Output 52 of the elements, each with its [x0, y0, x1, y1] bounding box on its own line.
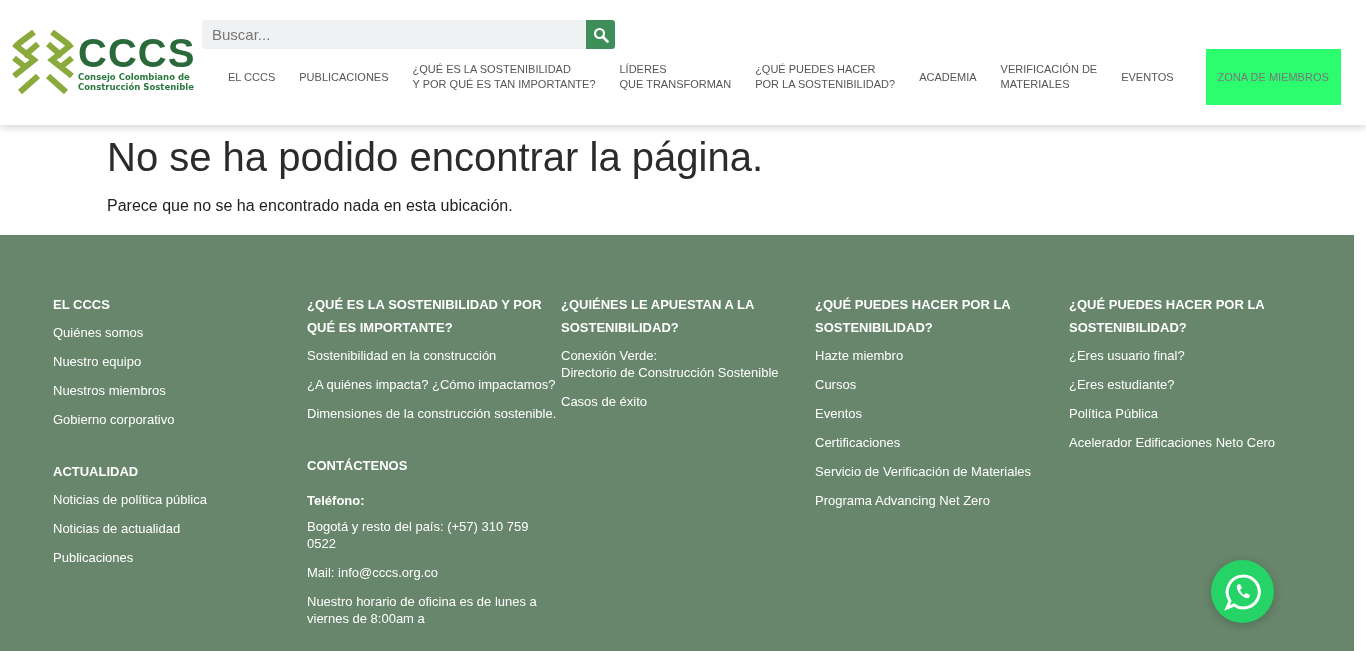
nav-link[interactable]: ¿QUÉ ES LA SOSTENIBILIDAD Y POR QUÉ ES TAN IMPORTANTE?	[400, 62, 608, 92]
footer-link[interactable]: Dimensiones de la construcción sostenible.	[307, 405, 557, 422]
footer-link[interactable]: Noticias de política pública	[53, 491, 303, 508]
footer-link[interactable]: Mail: info@cccs.org.co	[307, 564, 557, 581]
footer-link[interactable]: Cursos	[815, 376, 1065, 393]
footer-heading: ¿QUÉ PUEDES HACER POR LA SOSTENIBILIDAD?	[1069, 296, 1266, 337]
nav-link[interactable]: PUBLICACIONES	[287, 69, 401, 85]
footer-heading: ¿QUÉ PUEDES HACER POR LA SOSTENIBILIDAD?	[815, 296, 1012, 337]
footer-link[interactable]: Publicaciones	[53, 549, 303, 566]
footer-heading: CONTÁCTENOS	[307, 457, 409, 475]
footer-link[interactable]: Nuestro horario de oficina es de lunes a viernes de 8:00am a	[307, 593, 557, 627]
footer-link[interactable]: Eventos	[815, 405, 1065, 422]
contact-subheading: Teléfono:	[307, 493, 366, 508]
footer-link[interactable]: Política Pública	[1069, 405, 1319, 422]
search-button[interactable]	[586, 20, 615, 49]
footer-link[interactable]: Sostenibilidad en la construcción	[307, 347, 557, 364]
chevron-logo-icon	[10, 29, 76, 96]
search-field[interactable]: Buscar...	[202, 20, 586, 49]
footer-link[interactable]: Nuestro equipo	[53, 353, 303, 370]
not-found-message: Parece que no se ha encontrado nada en esta ubicación.	[107, 197, 514, 215]
members-area-button[interactable]: ZONA DE MIEMBROS	[1205, 49, 1341, 105]
nav-link[interactable]: EVENTOS	[1109, 69, 1186, 85]
footer-link[interactable]: Casos de éxito	[561, 393, 811, 410]
logo-wordmark[interactable]: CCCS	[78, 33, 196, 72]
whatsapp-button[interactable]	[1211, 560, 1274, 623]
footer-heading: ¿QUIÉNES LE APUESTAN A LA SOSTENIBILIDAD?	[561, 296, 755, 337]
footer-heading: ¿QUÉ ES LA SOSTENIBILIDAD Y POR QUÉ ES IMPORTANTE?	[307, 296, 543, 337]
footer-link[interactable]: Hazte miembro	[815, 347, 1065, 364]
footer-link[interactable]: ¿Eres estudiante?	[1069, 376, 1319, 393]
footer-link[interactable]: Servicio de Verificación de Materiales	[815, 463, 1065, 480]
footer-link[interactable]: Acelerador Edificaciones Neto Cero	[1069, 434, 1319, 451]
chat-phone-icon	[1222, 571, 1263, 612]
nav-link[interactable]: ¿QUÉ PUEDES HACER POR LA SOSTENIBILIDAD?	[743, 62, 908, 92]
footer-heading: ACTUALIDAD	[53, 463, 140, 481]
footer-link[interactable]: Conexión Verde: Directorio de Construcción Sostenible	[561, 347, 811, 381]
search-icon	[592, 26, 609, 43]
nav-link[interactable]: ACADEMIA	[907, 69, 989, 85]
footer-link[interactable]: Nuestros miembros	[53, 382, 303, 399]
footer-heading: EL CCCS	[53, 296, 111, 314]
footer-link[interactable]: Certificaciones	[815, 434, 1065, 451]
footer-link[interactable]: Noticias de actualidad	[53, 520, 303, 537]
footer-link[interactable]: Quiénes somos	[53, 324, 303, 341]
nav-link[interactable]: VERIFICACIÓN DE MATERIALES	[988, 62, 1110, 92]
footer-link[interactable]: Programa Advancing Net Zero	[815, 492, 1065, 509]
footer-link[interactable]: ¿Eres usuario final?	[1069, 347, 1319, 364]
page-title: No se ha podido encontrar la página.	[107, 134, 764, 181]
nav-link[interactable]: LÍDERES QUE TRANSFORMAN	[607, 62, 744, 92]
footer-link[interactable]: Gobierno corporativo	[53, 411, 303, 428]
footer-link[interactable]: ¿A quiénes impacta? ¿Cómo impactamos?	[307, 376, 557, 393]
footer-link[interactable]: Bogotá y resto del país: (+57) 310 759 0522	[307, 518, 557, 552]
nav-link[interactable]: EL CCCS	[202, 69, 288, 85]
logo-subtitle: Consejo Colombiano de Construcción Sostenible	[78, 71, 195, 92]
